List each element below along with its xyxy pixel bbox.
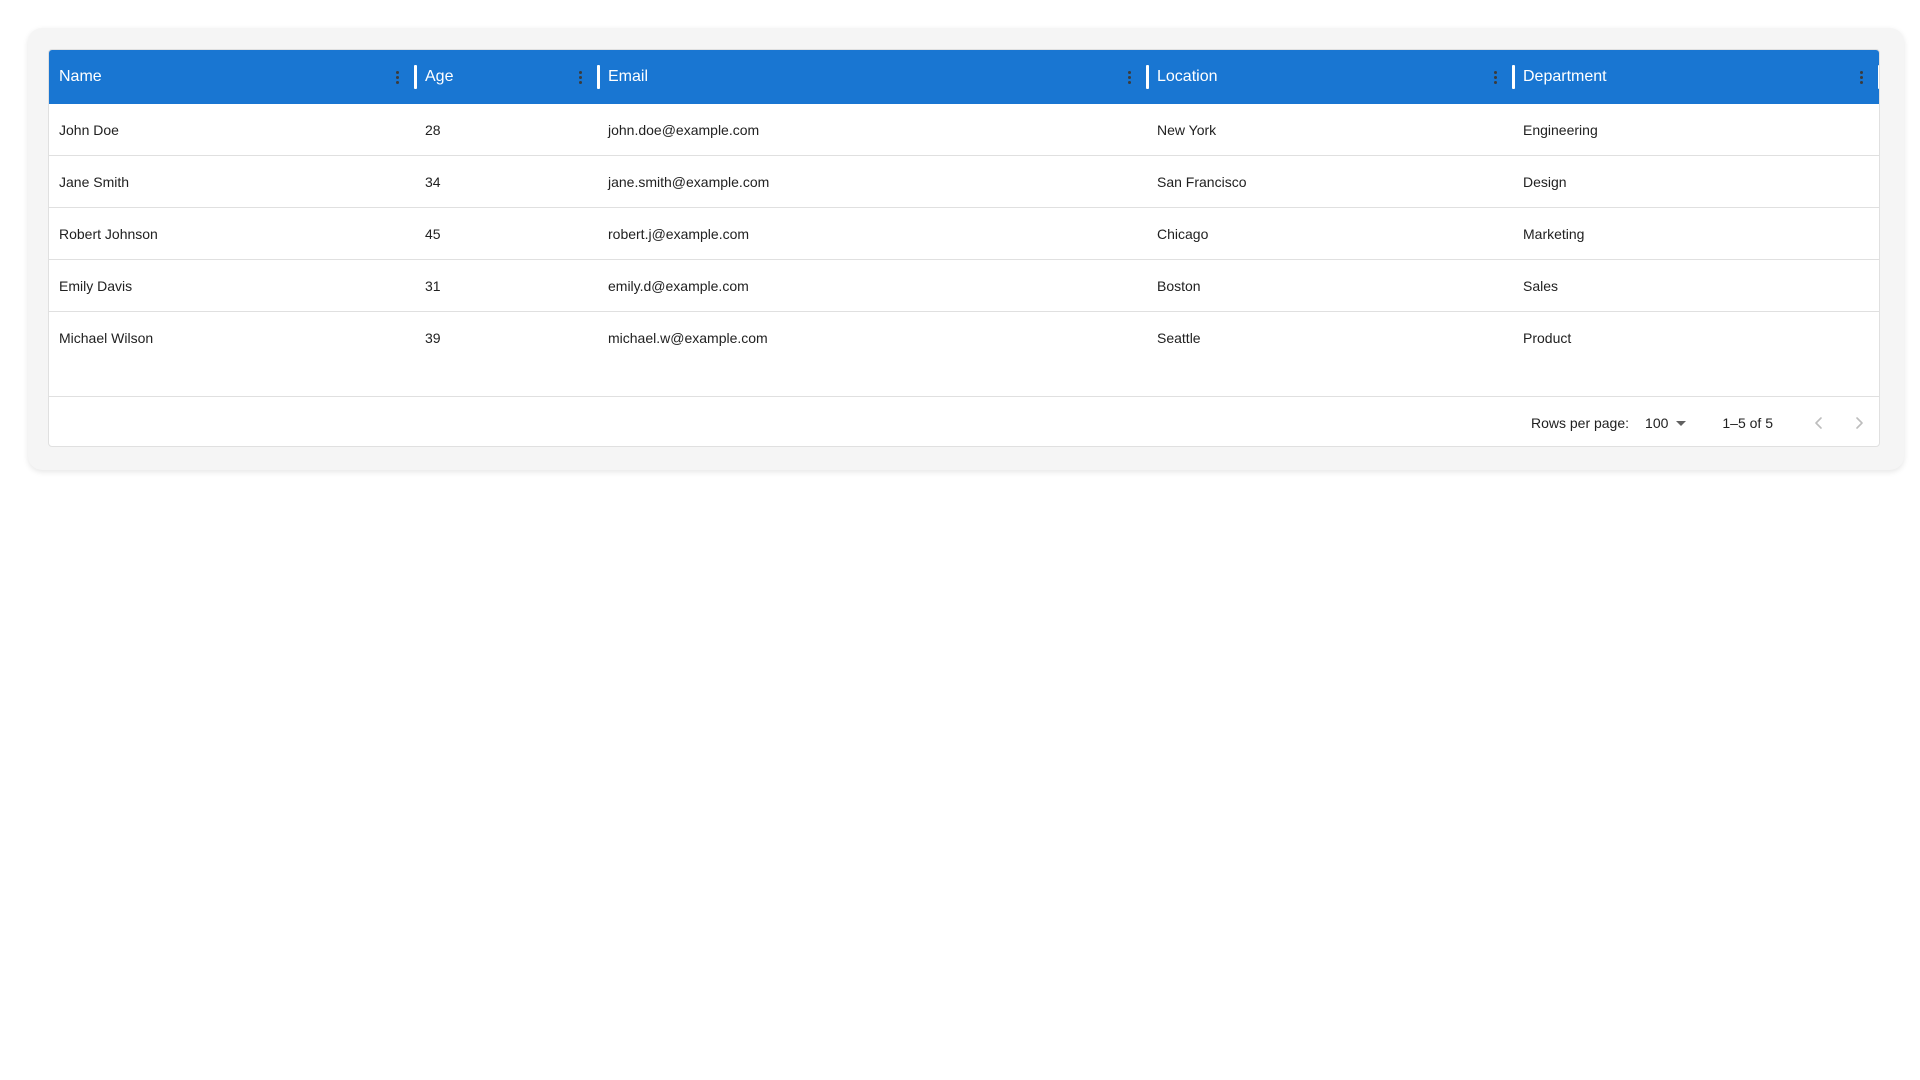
cell-location[interactable]: Boston <box>1147 260 1513 312</box>
cell-department[interactable]: Marketing <box>1513 208 1879 260</box>
column-header-department[interactable]: Department <box>1513 50 1879 104</box>
table-row[interactable]: John Doe 28 john.doe@example.com New Yor… <box>49 104 1879 156</box>
cell-age[interactable]: 31 <box>415 260 598 312</box>
cell-name[interactable]: Emily Davis <box>49 260 415 312</box>
rows-per-page-select[interactable]: 100 <box>1645 414 1687 431</box>
more-vert-icon[interactable] <box>389 69 405 85</box>
column-header-age[interactable]: Age <box>415 50 600 104</box>
next-page-button[interactable] <box>1839 403 1879 443</box>
column-header-title: Department <box>1523 68 1607 85</box>
cell-department[interactable]: Sales <box>1513 260 1879 312</box>
previous-page-button[interactable] <box>1799 403 1839 443</box>
cell-department[interactable]: Product <box>1513 312 1879 364</box>
cell-age[interactable]: 39 <box>415 312 598 364</box>
data-grid: Name Age Email Location Department John … <box>48 49 1880 447</box>
cell-name[interactable]: Michael Wilson <box>49 312 415 364</box>
cell-age[interactable]: 45 <box>415 208 598 260</box>
cell-location[interactable]: New York <box>1147 104 1513 156</box>
data-grid-card: Name Age Email Location Department John … <box>28 28 1904 470</box>
cell-email[interactable]: michael.w@example.com <box>598 312 1147 364</box>
pagination-range: 1–5 of 5 <box>1722 414 1773 431</box>
cell-email[interactable]: robert.j@example.com <box>598 208 1147 260</box>
column-header-row: Name Age Email Location Department <box>49 50 1879 104</box>
more-vert-icon[interactable] <box>1487 69 1503 85</box>
arrow-drop-down-icon <box>1676 421 1687 426</box>
rows-per-page-value: 100 <box>1645 414 1669 431</box>
more-vert-icon[interactable] <box>1853 69 1869 85</box>
table-row[interactable]: Robert Johnson 45 robert.j@example.com C… <box>49 208 1879 260</box>
chevron-left-icon <box>1815 416 1822 429</box>
cell-name[interactable]: Robert Johnson <box>49 208 415 260</box>
column-separator[interactable] <box>1512 65 1515 89</box>
chevron-right-icon <box>1856 416 1863 429</box>
column-separator[interactable] <box>1146 65 1149 89</box>
cell-email[interactable]: jane.smith@example.com <box>598 156 1147 208</box>
cell-name[interactable]: Jane Smith <box>49 156 415 208</box>
cell-email[interactable]: emily.d@example.com <box>598 260 1147 312</box>
cell-age[interactable]: 34 <box>415 156 598 208</box>
cell-location[interactable]: Chicago <box>1147 208 1513 260</box>
pagination-footer: Rows per page: 100 1–5 of 5 <box>49 396 1879 446</box>
cell-location[interactable]: San Francisco <box>1147 156 1513 208</box>
more-vert-icon[interactable] <box>1121 69 1137 85</box>
rows-per-page-label: Rows per page: <box>1530 414 1630 431</box>
table-row[interactable]: Michael Wilson 39 michael.w@example.com … <box>49 312 1879 364</box>
table-row[interactable]: Jane Smith 34 jane.smith@example.com San… <box>49 156 1879 208</box>
cell-age[interactable]: 28 <box>415 104 598 156</box>
column-header-location[interactable]: Location <box>1147 50 1515 104</box>
column-header-title: Email <box>608 68 649 85</box>
column-separator[interactable] <box>1878 65 1879 89</box>
column-header-title: Location <box>1157 68 1218 85</box>
cell-location[interactable]: Seattle <box>1147 312 1513 364</box>
column-separator[interactable] <box>414 65 417 89</box>
more-vert-icon[interactable] <box>572 69 588 85</box>
table-row[interactable]: Emily Davis 31 emily.d@example.com Bosto… <box>49 260 1879 312</box>
column-separator[interactable] <box>597 65 600 89</box>
cell-department[interactable]: Design <box>1513 156 1879 208</box>
grid-body: John Doe 28 john.doe@example.com New Yor… <box>49 104 1879 364</box>
column-header-email[interactable]: Email <box>598 50 1149 104</box>
cell-email[interactable]: john.doe@example.com <box>598 104 1147 156</box>
cell-name[interactable]: John Doe <box>49 104 415 156</box>
column-header-name[interactable]: Name <box>49 50 417 104</box>
column-header-title: Name <box>59 68 102 85</box>
column-header-title: Age <box>425 68 454 85</box>
cell-department[interactable]: Engineering <box>1513 104 1879 156</box>
